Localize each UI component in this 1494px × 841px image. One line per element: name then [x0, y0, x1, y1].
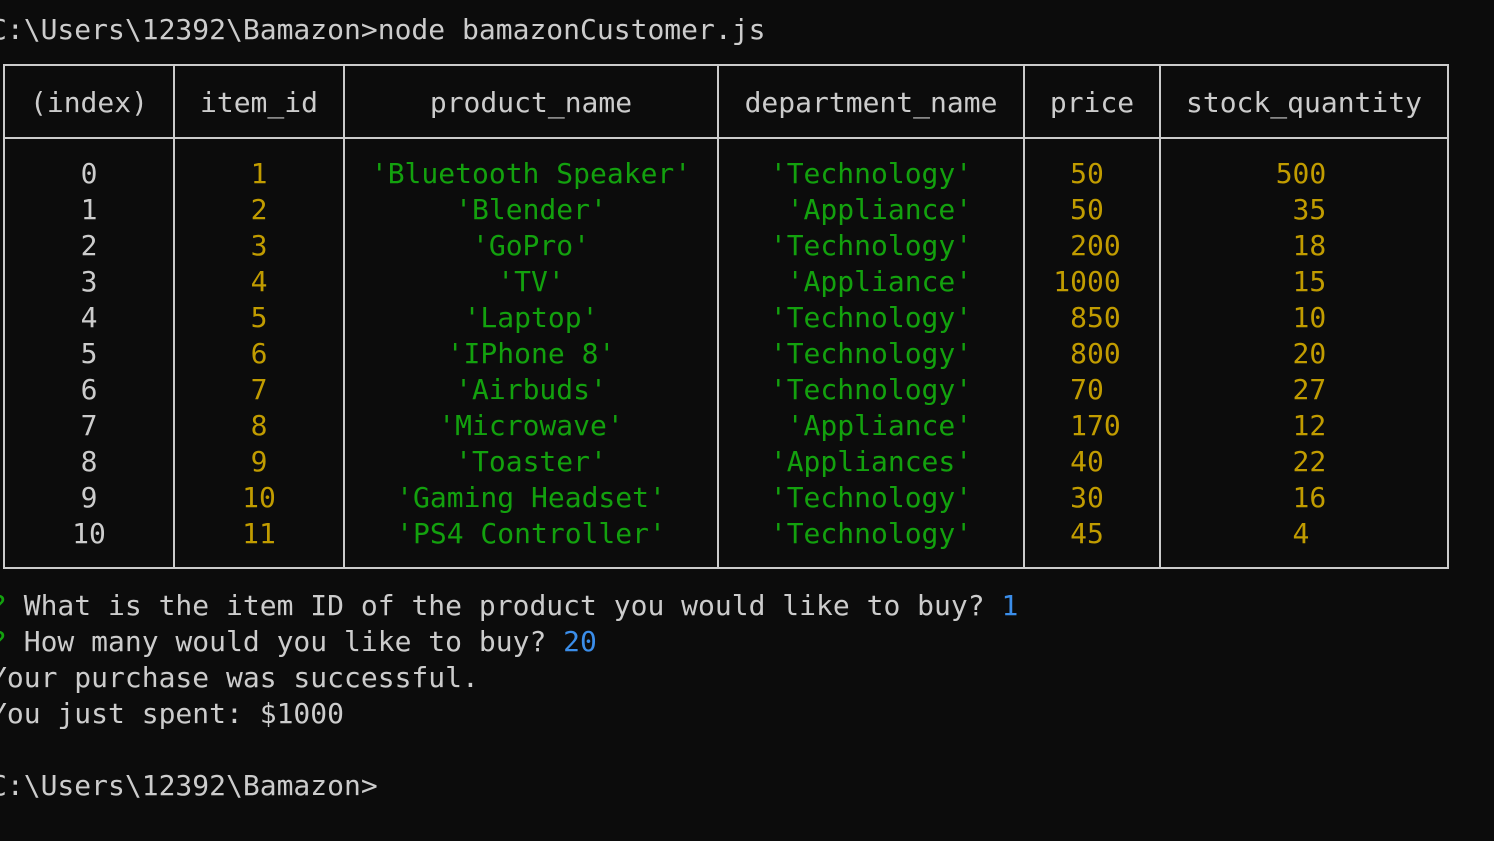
cell-item-id: 11 — [242, 517, 276, 550]
cell-product-name: 'Laptop' — [463, 301, 599, 334]
cell-department-name: 'Technology' — [769, 373, 973, 406]
column-item-id: 1 2 3 4 5 6 7 8 9 10 11 — [175, 156, 343, 552]
cell-product-name: 'Blender' — [455, 193, 607, 226]
cell-stock-quantity: 12 — [1275, 409, 1327, 442]
cell-item-id: 8 — [250, 409, 268, 442]
cell-stock-quantity: 35 — [1275, 193, 1327, 226]
cell-department-name: 'Appliance' — [769, 265, 973, 298]
cell-product-name: 'Bluetooth Speaker' — [370, 157, 692, 190]
cell-product-name: 'Toaster' — [455, 445, 607, 478]
cell-department-name: 'Technology' — [769, 301, 973, 334]
cell-department-name: 'Technology' — [769, 337, 973, 370]
cell-stock-quantity: 4 — [1275, 517, 1327, 550]
cell-price: 850 — [1053, 301, 1121, 334]
cell-price: 70 — [1053, 373, 1121, 406]
cell-price: 50 — [1053, 193, 1121, 226]
cell-price: 50 — [1053, 157, 1121, 190]
cell-stock-quantity: 15 — [1275, 265, 1327, 298]
cell-index: 8 — [80, 445, 98, 478]
header-divider — [5, 137, 1447, 139]
result-message: Your purchase was successful. — [0, 661, 479, 694]
cell-stock-quantity: 27 — [1275, 373, 1327, 406]
cell-item-id: 6 — [250, 337, 268, 370]
cell-item-id: 10 — [242, 481, 276, 514]
cell-department-name: 'Technology' — [769, 517, 973, 550]
header-department-name: department_name — [744, 86, 998, 119]
cell-index: 1 — [80, 193, 98, 226]
cell-price: 30 — [1053, 481, 1121, 514]
column-stock-quantity: 500 35 18 15 10 20 27 12 22 16 4 — [1161, 156, 1441, 552]
prompt-answer: 20 — [563, 625, 597, 658]
cell-index: 4 — [80, 301, 98, 334]
cell-price: 170 — [1053, 409, 1121, 442]
cell-item-id: 4 — [250, 265, 268, 298]
question-mark-icon: ? — [0, 625, 7, 658]
cell-stock-quantity: 18 — [1275, 229, 1327, 262]
cell-product-name: 'GoPro' — [471, 229, 590, 262]
terminal-prompt[interactable]: C:\Users\12392\Bamazon> — [0, 768, 378, 804]
cell-stock-quantity: 22 — [1275, 445, 1327, 478]
cell-stock-quantity: 500 — [1275, 157, 1327, 190]
cell-index: 7 — [80, 409, 98, 442]
cell-price: 40 — [1053, 445, 1121, 478]
cell-department-name: 'Technology' — [769, 229, 973, 262]
cell-item-id: 7 — [250, 373, 268, 406]
cell-price: 200 — [1053, 229, 1121, 262]
cell-product-name: 'Microwave' — [438, 409, 624, 442]
column-product-name: 'Bluetooth Speaker' 'Blender' 'GoPro' 'TV' '… — [345, 156, 717, 552]
cell-index: 9 — [80, 481, 98, 514]
cell-index: 3 — [80, 265, 98, 298]
cell-stock-quantity: 20 — [1275, 337, 1327, 370]
prompt-question: What is the item ID of the product you w… — [6, 589, 1002, 622]
cell-department-name: 'Technology' — [769, 481, 973, 514]
column-department-name: 'Technology' 'Appliance' 'Technology' 'Ap… — [719, 156, 1023, 552]
cell-product-name: 'Airbuds' — [455, 373, 607, 406]
column-price: 50 50 200 1000 850 800 70 170 40 30 45 — [1025, 156, 1149, 552]
cell-index: 0 — [80, 157, 98, 190]
cell-index: 5 — [80, 337, 98, 370]
cell-item-id: 2 — [250, 193, 268, 226]
cell-item-id: 1 — [250, 157, 268, 190]
prompt-answer: 1 — [1001, 589, 1019, 622]
cell-product-name: 'IPhone 8' — [446, 337, 616, 370]
prompt-question: How many would you like to buy? — [6, 625, 564, 658]
prompt-quantity: ? How many would you like to buy? 20 — [0, 624, 597, 660]
cell-department-name: 'Appliance' — [769, 193, 973, 226]
cell-stock-quantity: 16 — [1275, 481, 1327, 514]
cell-department-name: 'Appliances' — [769, 445, 973, 478]
prompt-item-id: ? What is the item ID of the product you… — [0, 588, 1018, 624]
cell-product-name: 'TV' — [497, 265, 565, 298]
header-item-id: item_id — [199, 86, 318, 119]
cell-index: 6 — [80, 373, 98, 406]
header-index: (index) — [29, 86, 148, 119]
question-mark-icon: ? — [0, 589, 7, 622]
cell-item-id: 3 — [250, 229, 268, 262]
cell-stock-quantity: 10 — [1275, 301, 1327, 334]
cell-price: 1000 — [1053, 265, 1121, 298]
column-index: 0 1 2 3 4 5 6 7 8 9 10 — [5, 156, 173, 552]
cell-index: 2 — [80, 229, 98, 262]
console-table: (index) item_id product_name department_… — [3, 64, 1449, 569]
header-price: price — [1049, 86, 1135, 119]
cell-price: 45 — [1053, 517, 1121, 550]
cell-product-name: 'PS4 Controller' — [396, 517, 666, 550]
cell-price: 800 — [1053, 337, 1121, 370]
command-line: C:\Users\12392\Bamazon>node bamazonCusto… — [0, 13, 766, 46]
header-product-name: product_name — [429, 86, 633, 119]
header-stock-quantity: stock_quantity — [1185, 86, 1422, 119]
cell-item-id: 5 — [250, 301, 268, 334]
cell-index: 10 — [72, 517, 106, 550]
cell-item-id: 9 — [250, 445, 268, 478]
cell-product-name: 'Gaming Headset' — [396, 481, 666, 514]
cell-department-name: 'Technology' — [769, 157, 973, 190]
result-spent: You just spent: $1000 — [0, 697, 345, 730]
cell-department-name: 'Appliance' — [769, 409, 973, 442]
